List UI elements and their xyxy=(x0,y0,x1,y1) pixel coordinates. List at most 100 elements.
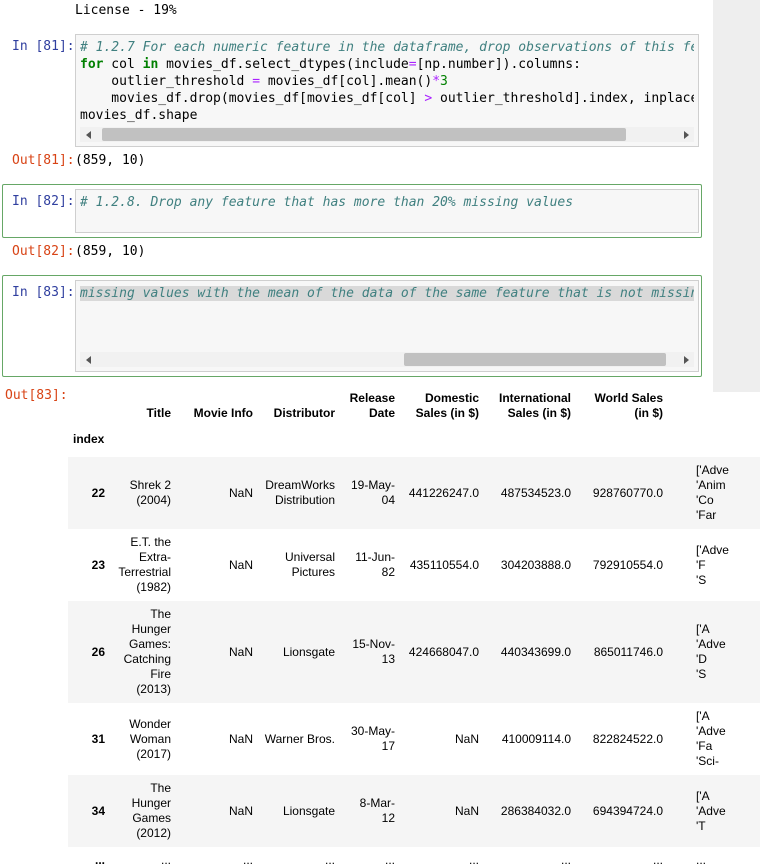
header-row: Title Movie Info Distributor Release Date Do… xyxy=(68,385,760,427)
table-cell: 424668047.0 xyxy=(408,644,479,659)
column-header: International Sales (in $) xyxy=(498,391,571,420)
table-cell: Wonder Woman (2017) xyxy=(129,716,171,761)
left-triangle-icon xyxy=(85,130,91,139)
table-cell: NaN xyxy=(228,803,253,818)
table-cell: NaN xyxy=(228,557,253,572)
scrollbar-right-arrow-icon[interactable] xyxy=(678,127,694,142)
output-value-81: (859, 10) xyxy=(75,153,146,168)
column-header: World Sales (in $) xyxy=(594,391,663,420)
column-header: Release Date xyxy=(349,391,395,420)
table-cell: NaN xyxy=(228,485,253,500)
blank-header xyxy=(176,427,258,457)
row-index: 23 xyxy=(91,557,105,572)
table-cell: 865011746.0 xyxy=(593,644,663,659)
index-label: index xyxy=(73,432,105,446)
blank-header xyxy=(400,427,484,457)
output-row-82: Out[82]: (859, 10) xyxy=(7,244,760,259)
table-row: 26 The Hunger Games: Catching Fire (2013)… xyxy=(68,601,760,703)
table-cell: 792910554.0 xyxy=(592,557,663,572)
table-row: ........................... xyxy=(68,847,760,864)
out-prompt-83: Out[83]: xyxy=(5,388,68,403)
column-header: Distributor xyxy=(273,406,335,420)
row-index: 34 xyxy=(91,803,105,818)
scrollbar-left-arrow-icon[interactable] xyxy=(80,352,96,367)
column-header xyxy=(668,385,760,427)
blank-header xyxy=(484,427,576,457)
left-triangle-icon xyxy=(85,355,91,364)
selected-cell-82[interactable]: In [82]: # 1.2.8. Drop any feature that … xyxy=(2,184,702,238)
scrollbar-track[interactable] xyxy=(96,352,678,367)
table-cell: ... xyxy=(696,853,707,864)
table-cell: 19-May- 04 xyxy=(350,478,395,507)
scrollbar-track[interactable] xyxy=(96,127,678,142)
table-cell: 15-Nov- 13 xyxy=(352,637,395,666)
previous-output-row: License - 19% xyxy=(7,3,760,18)
selected-cell-83[interactable]: In [83]: missing values with the mean of… xyxy=(2,275,702,377)
code-editor-82[interactable]: # 1.2.8. Drop any feature that has more … xyxy=(75,189,699,233)
table-cell: 440343699.0 xyxy=(500,644,571,659)
empty-prompt-column xyxy=(7,3,75,18)
table-cell: 928760770.0 xyxy=(592,485,663,500)
output-value-82: (859, 10) xyxy=(75,244,146,259)
code-cell-81: In [81]: # 1.2.7 For each numeric featur… xyxy=(7,34,760,147)
code-content-82: # 1.2.8. Drop any feature that has more … xyxy=(80,195,574,210)
index-label-row: index xyxy=(68,427,760,457)
right-triangle-icon xyxy=(683,130,689,139)
table-row: 34 The Hunger Games (2012) NaN Lionsgate 8-M… xyxy=(68,775,760,847)
table-cell: 410009114.0 xyxy=(501,731,571,746)
dataframe-output: Title Movie Info Distributor Release Date Do… xyxy=(68,383,760,864)
code-cell-82: In [82]: # 1.2.8. Drop any feature that … xyxy=(7,189,699,233)
table-cell: Lionsgate xyxy=(282,803,335,818)
horizontal-scrollbar-81[interactable] xyxy=(80,127,694,142)
table-cell: ['Adve 'Anim 'Co 'Far xyxy=(696,463,729,522)
table-cell: ['A 'Adve 'Fa 'Sci- xyxy=(696,709,726,768)
table-row: 22 Shrek 2 (2004) NaN DreamWorks Distributi… xyxy=(68,457,760,529)
table-cell: ... xyxy=(468,853,479,864)
table-cell: ['A 'Adve 'D 'S xyxy=(696,622,726,681)
out-prompt-82: Out[82]: xyxy=(12,244,75,259)
table-cell: Shrek 2 (2004) xyxy=(129,478,171,507)
table-cell: ... xyxy=(160,853,171,864)
scrollbar-thumb[interactable] xyxy=(404,353,667,366)
dataframe-table: Title Movie Info Distributor Release Date Do… xyxy=(68,385,760,864)
table-cell: 286384032.0 xyxy=(500,803,571,818)
table-cell: NaN xyxy=(454,731,479,746)
table-cell: 304203888.0 xyxy=(500,557,571,572)
table-cell: 822824522.0 xyxy=(592,731,663,746)
table-cell: Lionsgate xyxy=(282,644,335,659)
table-cell: 694394724.0 xyxy=(592,803,663,818)
table-cell: The Hunger Games: Catching Fire (2013) xyxy=(123,607,171,696)
table-cell: ... xyxy=(384,853,395,864)
horizontal-scrollbar-83[interactable] xyxy=(80,352,694,367)
table-cell: Warner Bros. xyxy=(264,731,335,746)
table-cell: 435110554.0 xyxy=(409,557,479,572)
out-prompt-81: Out[81]: xyxy=(12,153,75,168)
column-header: Title xyxy=(146,406,171,420)
table-cell: 11-Jun- 82 xyxy=(355,550,395,579)
row-index: 22 xyxy=(91,485,105,500)
blank-header xyxy=(668,427,760,457)
row-index: ... xyxy=(94,853,105,864)
code-editor-81[interactable]: # 1.2.7 For each numeric feature in the … xyxy=(75,34,699,147)
editor-empty-space[interactable] xyxy=(80,302,694,349)
table-cell: NaN xyxy=(228,731,253,746)
in-prompt-81: In [81]: xyxy=(12,39,75,54)
scrollbar-thumb[interactable] xyxy=(101,128,626,141)
table-cell: Universal Pictures xyxy=(284,550,335,579)
table-cell: ... xyxy=(560,853,571,864)
code-cell-83: In [83]: missing values with the mean of… xyxy=(7,280,699,372)
table-cell: 30-May- 17 xyxy=(350,724,395,753)
table-row: 31 Wonder Woman (2017) NaN Warner Bros. 30-M… xyxy=(68,703,760,775)
blank-header xyxy=(110,427,176,457)
scrollbar-left-arrow-icon[interactable] xyxy=(80,127,96,142)
notebook-page: License - 19% In [81]: # 1.2.7 For each … xyxy=(0,0,760,864)
code-content-81: # 1.2.7 For each numeric feature in the … xyxy=(80,40,694,123)
output-row-83: Out[83]: Title Movie Info Distributor Relea… xyxy=(0,383,760,864)
table-cell: ... xyxy=(324,853,335,864)
in-prompt-83: In [83]: xyxy=(12,285,75,300)
scrollbar-right-arrow-icon[interactable] xyxy=(678,352,694,367)
code-editor-83[interactable]: missing values with the mean of the data… xyxy=(75,280,699,372)
row-index: 31 xyxy=(91,731,105,746)
table-cell: The Hunger Games (2012) xyxy=(131,781,171,840)
row-index: 26 xyxy=(91,644,105,659)
